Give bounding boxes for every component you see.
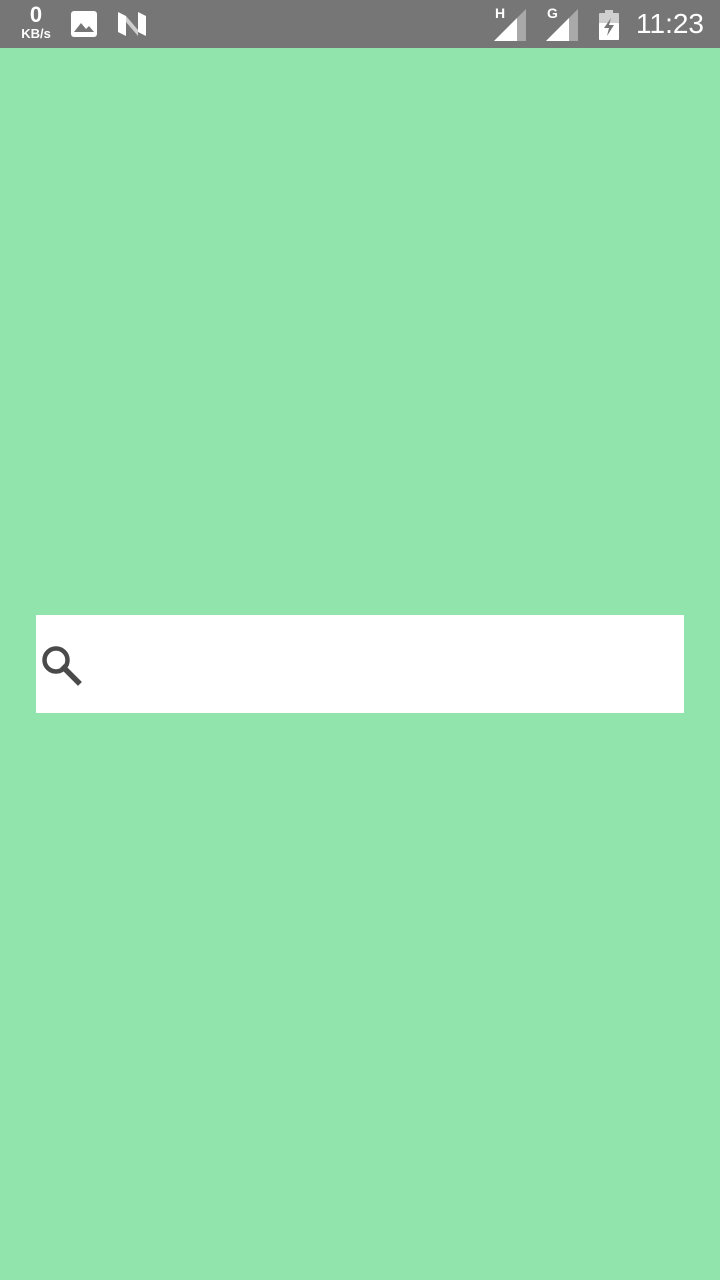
signal-h-icon (494, 9, 526, 41)
battery-charging-icon (599, 10, 619, 40)
network-speed-value: 0 (29, 2, 43, 27)
status-bar: 0 KB/s H G 11:23 (0, 0, 720, 48)
image-icon (71, 11, 97, 37)
signal-g-icon (546, 9, 578, 41)
network-speed-unit: KB/s (21, 26, 51, 41)
status-bar-time: 11:23 (636, 8, 704, 39)
search-icon[interactable] (40, 644, 82, 686)
network-speed-indicator: 0 KB/s (14, 2, 58, 41)
search-input[interactable] (92, 615, 672, 713)
n-logo-icon (118, 12, 146, 36)
